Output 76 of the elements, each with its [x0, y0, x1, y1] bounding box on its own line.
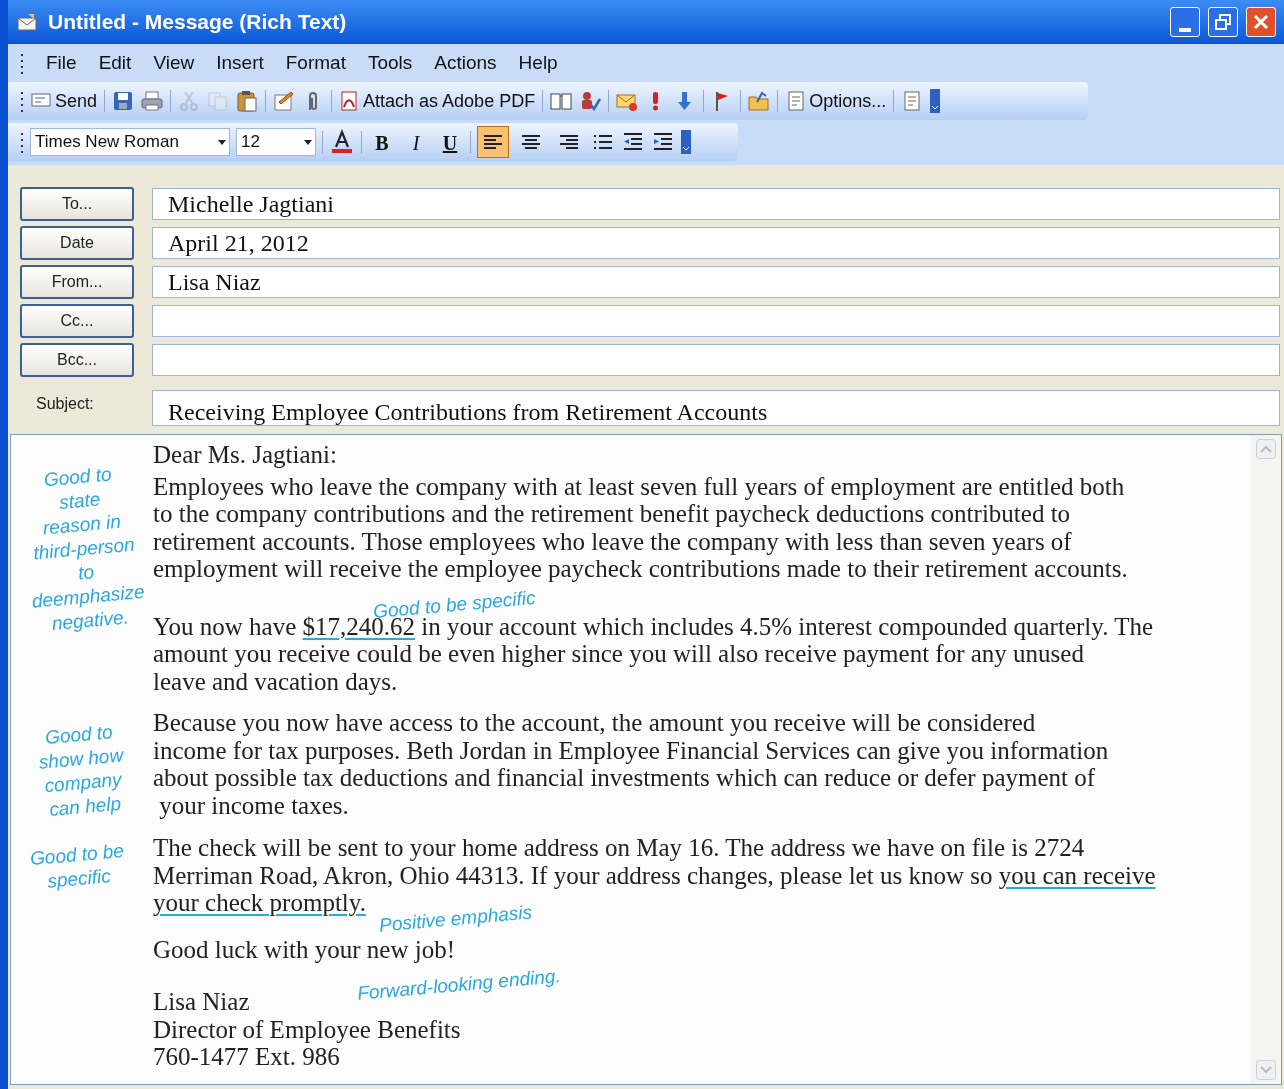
text-line: leave and vacation days. — [153, 667, 398, 695]
input-field[interactable] — [152, 344, 1280, 376]
menu-item[interactable]: Edit — [98, 48, 132, 78]
toolbar-grip — [20, 131, 24, 153]
to-button[interactable]: To... — [20, 187, 134, 221]
overflow-chevron-icon[interactable] — [930, 89, 941, 113]
menu-item[interactable]: File — [46, 48, 77, 78]
align-left-button[interactable] — [477, 126, 509, 158]
attach-pdf-button[interactable]: Attach as Adobe PDF — [339, 87, 536, 115]
options-icon — [785, 90, 806, 112]
menu-item[interactable]: Insert — [216, 48, 264, 78]
font-dropdown[interactable]: Times New Roman — [30, 128, 230, 156]
clipboard-icon[interactable] — [236, 90, 259, 112]
text-line: Employees who leave the company with at least seven full years of employment are entitled both — [153, 472, 1125, 500]
overflow-chevron-icon[interactable] — [681, 130, 691, 154]
annotation-note: Good to show how company can help — [36, 720, 125, 822]
text-line: Because you now have access to the account, the amount you receive will be considered — [153, 709, 1036, 737]
printer-icon[interactable] — [141, 90, 164, 112]
input-field[interactable]: Lisa Niaz — [152, 266, 1280, 298]
text-line: Director of Employee Benefits — [153, 1015, 461, 1043]
minimize-button[interactable] — [1170, 7, 1200, 37]
toolbar-grip — [20, 90, 24, 112]
text-line: income for tax purposes. Beth Jordan in Employee Financial Services can give you information — [153, 736, 1109, 764]
input-field[interactable] — [152, 305, 1280, 337]
annotation-note: Good to state reason in third-person to deemphasize negative. — [29, 462, 147, 637]
text-line: The check will be sent to your home address on May 16. The address we have on file is 2724 — [153, 834, 1085, 862]
input-field[interactable]: April 21, 2012 — [152, 227, 1280, 259]
text-line: amount you receive could be even higher since you will also receive payment for any unused — [153, 640, 1084, 668]
font-color-icon[interactable] — [329, 129, 355, 155]
text-line: 760-1477 Ext. 986 — [153, 1043, 340, 1071]
text-line: employment will receive the employee paycheck contributions made to their retirement accounts. — [153, 555, 1128, 583]
menu-item[interactable]: Format — [285, 48, 346, 78]
text-line: to the company contributions and the retirement benefit paycheck deductions contributed to — [153, 500, 1071, 528]
text-line: your check promptly. — [153, 889, 366, 917]
text-line: your income taxes. — [158, 791, 349, 819]
dropdown-arrow-icon — [303, 137, 313, 147]
subject-label: Subject: — [35, 394, 95, 414]
italic-button[interactable]: I — [402, 128, 430, 156]
input-field[interactable]: Michelle Jagtiani — [152, 188, 1280, 220]
text-line: Good luck with your new job! — [153, 935, 456, 963]
text-line: about possible tax deductions and financial investments which can reduce or defer payment of — [153, 764, 1096, 792]
bold-button[interactable]: B — [368, 128, 396, 156]
close-icon — [1253, 14, 1269, 30]
increase-indent-icon[interactable] — [651, 131, 675, 153]
envelope-icon — [16, 12, 40, 32]
cc-button[interactable]: Cc... — [20, 304, 134, 338]
send-button[interactable]: Send — [31, 87, 98, 115]
from-button[interactable]: From... — [20, 265, 134, 299]
minimize-icon — [1179, 28, 1191, 32]
annotation-note: Forward-looking ending. — [356, 964, 562, 1006]
folder-icon[interactable] — [748, 90, 771, 112]
text-line: Merriman Road, Akron, Ohio 44313. If your address changes, please let us know so you can receive — [153, 861, 1156, 889]
text-line: Dear Ms. Jagtiani: — [153, 441, 337, 469]
date-button[interactable]: Date — [20, 226, 134, 260]
text-line: Lisa Niaz — [153, 988, 250, 1016]
toolbar-grip — [20, 52, 24, 74]
options-button[interactable]: Options... — [785, 87, 887, 115]
save-icon[interactable] — [112, 90, 135, 112]
restore-button[interactable] — [1208, 7, 1238, 37]
menu-item[interactable]: Actions — [434, 48, 497, 78]
dropdown-arrow-icon — [217, 137, 227, 147]
menu-item[interactable]: View — [153, 48, 195, 78]
window-title: Untitled - Message (Rich Text) — [48, 9, 348, 36]
menu-item[interactable]: Tools — [367, 48, 413, 78]
input-field[interactable]: Receiving Employee Contributions from Retirement Accounts — [152, 390, 1280, 426]
annotation-note: Good to be specific — [28, 839, 126, 894]
bcc-button[interactable]: Bcc... — [20, 343, 134, 377]
decrease-indent-icon[interactable] — [621, 131, 645, 153]
menu-item[interactable]: Help — [518, 48, 558, 78]
book-icon[interactable] — [550, 90, 573, 112]
annotation-note: Positive emphasis — [378, 900, 533, 938]
font-size-dropdown[interactable]: 12 — [236, 128, 316, 156]
underline-button[interactable]: U — [436, 128, 464, 156]
restore-icon — [1215, 14, 1231, 30]
text-line: retirement accounts. Those employees who leave the company with less than seven years of — [153, 527, 1072, 555]
close-button[interactable] — [1246, 7, 1276, 37]
